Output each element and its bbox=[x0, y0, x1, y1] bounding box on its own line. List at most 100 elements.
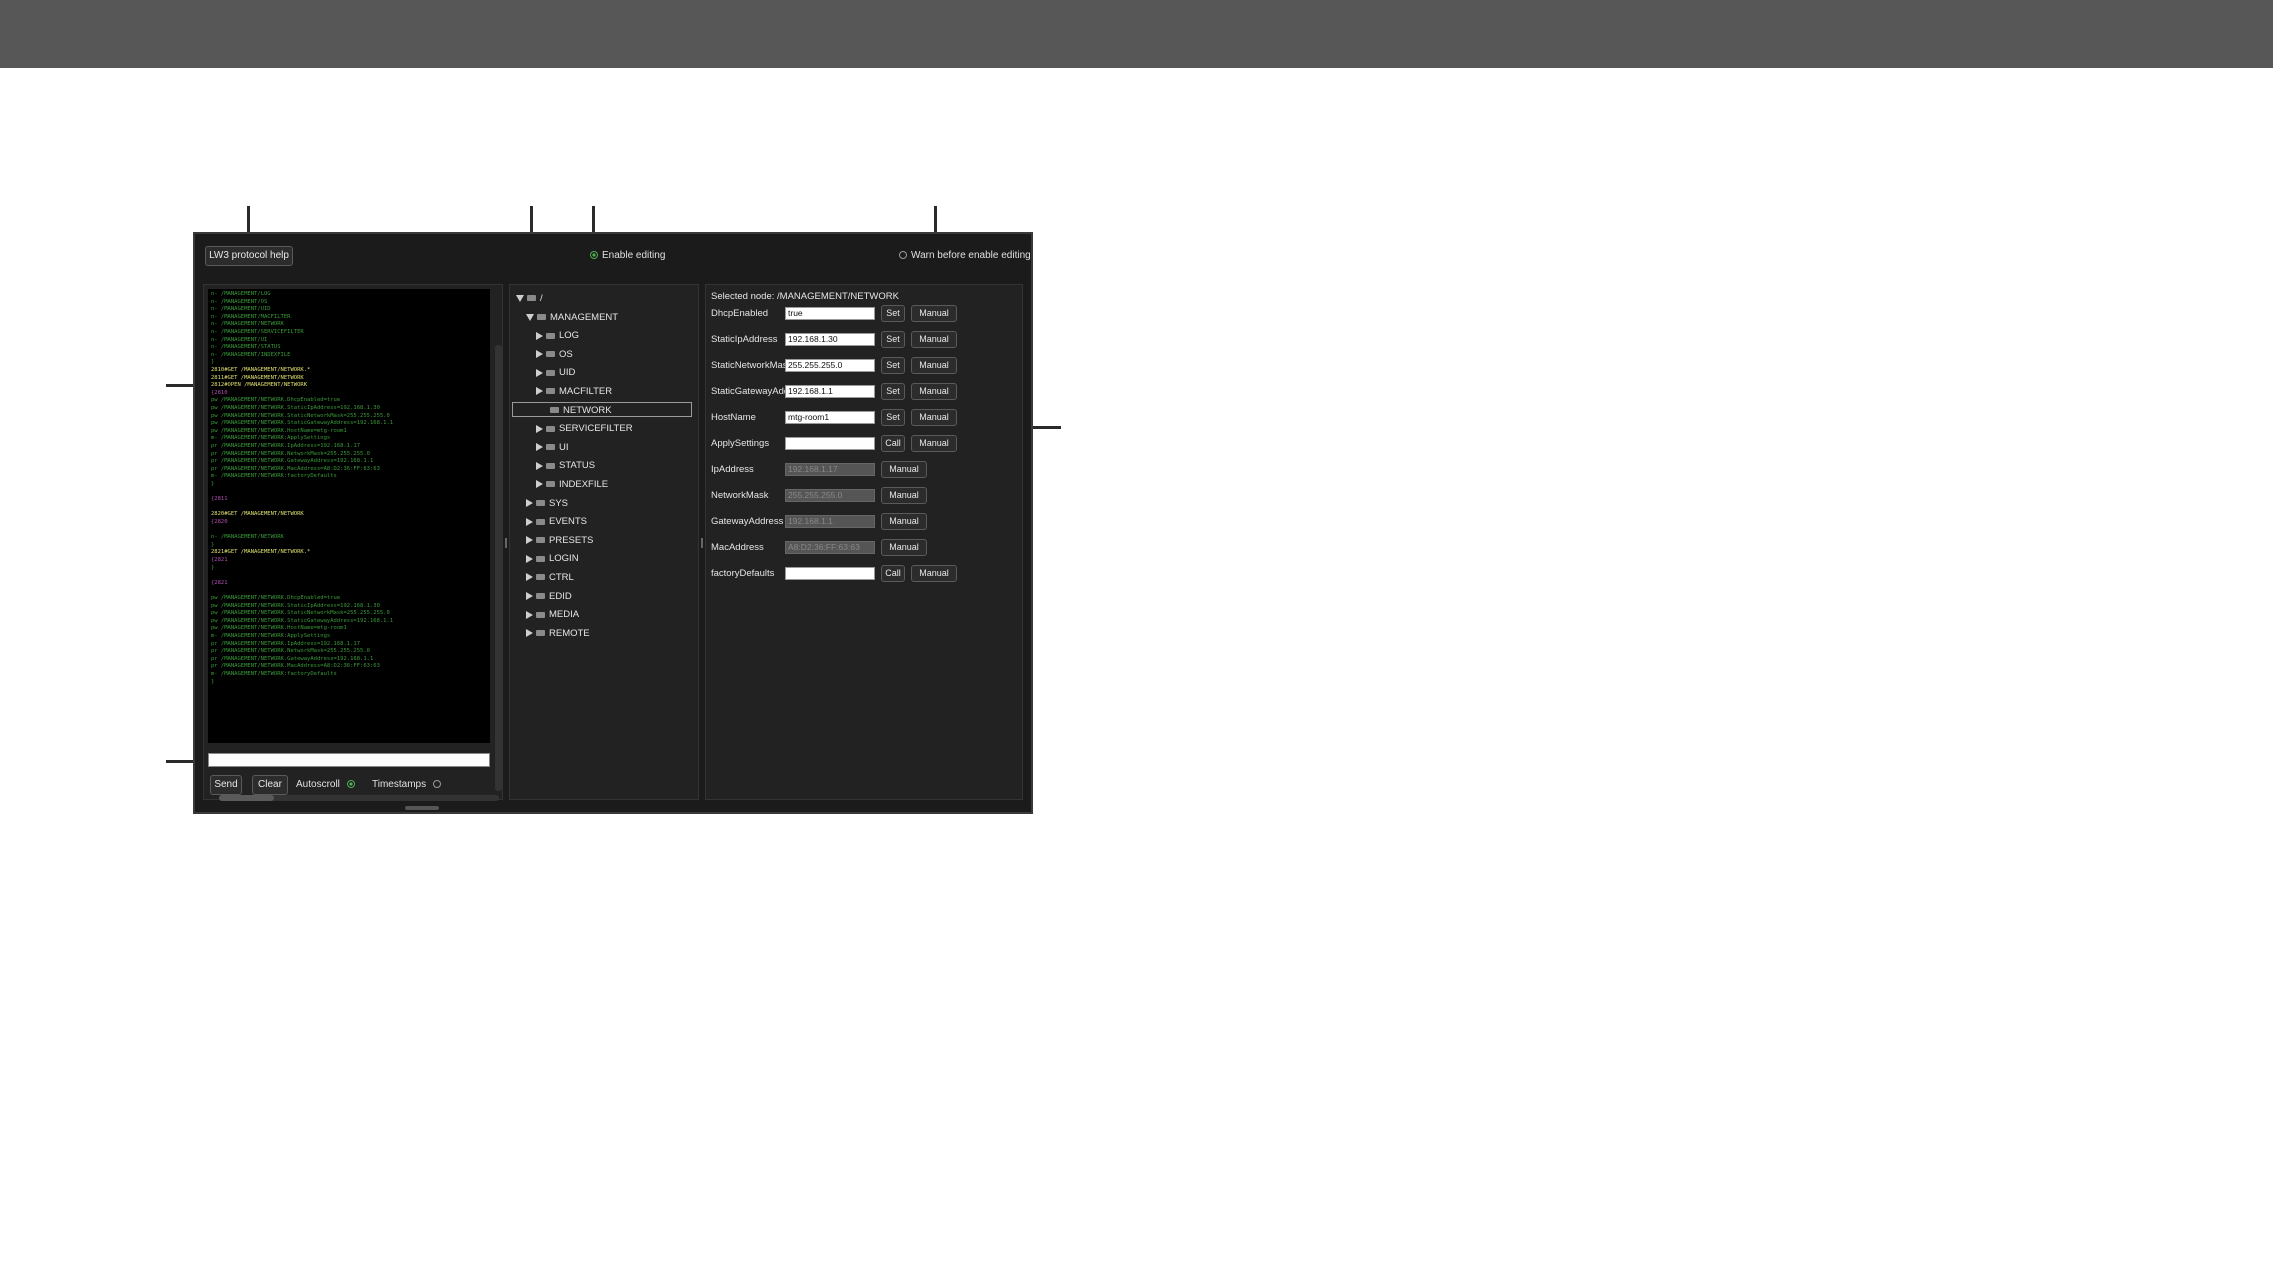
console-line: pr /MANAGEMENT/NETWORK.NetworkMask=255.2… bbox=[211, 450, 370, 457]
selected-node-label: Selected node: /MANAGEMENT/NETWORK bbox=[711, 291, 899, 302]
property-value-field[interactable]: true bbox=[785, 307, 875, 320]
clear-button[interactable]: Clear bbox=[252, 775, 288, 795]
terminal-panel: n- /MANAGEMENT/LOG n- /MANAGEMENT/OS n- /M… bbox=[203, 284, 503, 801]
tree-node-root[interactable]: / bbox=[516, 293, 543, 305]
splitter-handle[interactable] bbox=[701, 538, 703, 548]
call-button[interactable]: Call bbox=[881, 435, 905, 452]
set-button[interactable]: Set bbox=[881, 409, 905, 426]
tree-node-label: PRESETS bbox=[549, 534, 594, 546]
set-button[interactable]: Set bbox=[881, 305, 905, 322]
expand-arrow-right-icon[interactable] bbox=[536, 480, 543, 489]
manual-button[interactable]: Manual bbox=[881, 539, 927, 556]
manual-button[interactable]: Manual bbox=[911, 409, 957, 426]
splitter-handle[interactable] bbox=[505, 538, 507, 548]
warn-before-editing-checkbox[interactable]: Warn before enable editing bbox=[899, 249, 1031, 263]
manual-button[interactable]: Manual bbox=[881, 487, 927, 504]
expand-arrow-right-icon[interactable] bbox=[536, 461, 543, 470]
tree-node-sys[interactable]: SYS bbox=[526, 498, 568, 510]
property-name: ApplySettings bbox=[711, 438, 770, 449]
expand-arrow-right-icon[interactable] bbox=[536, 387, 543, 396]
property-value-field[interactable]: 255.255.255.0 bbox=[785, 359, 875, 372]
manual-button[interactable]: Manual bbox=[881, 513, 927, 530]
tree-node-os[interactable]: OS bbox=[536, 349, 573, 361]
console-vertical-scrollbar[interactable] bbox=[495, 345, 502, 791]
manual-button[interactable]: Manual bbox=[881, 461, 927, 478]
unchecked-icon bbox=[899, 251, 907, 260]
console-line: } bbox=[211, 678, 215, 685]
expand-arrow-right-icon[interactable] bbox=[526, 517, 533, 526]
expand-arrow-right-icon[interactable] bbox=[536, 424, 543, 433]
expand-arrow-right-icon[interactable] bbox=[526, 536, 533, 545]
manual-button[interactable]: Manual bbox=[911, 305, 957, 322]
property-value-field[interactable] bbox=[785, 437, 875, 450]
expand-arrow-right-icon[interactable] bbox=[536, 368, 543, 377]
manual-button[interactable]: Manual bbox=[911, 383, 957, 400]
autoscroll-checkbox[interactable]: Autoscroll bbox=[296, 778, 359, 792]
tree-node-network[interactable]: NETWORK bbox=[550, 405, 612, 417]
expand-arrow-right-icon[interactable] bbox=[526, 554, 533, 563]
expand-arrow-right-icon[interactable] bbox=[526, 592, 533, 601]
expand-arrow-right-icon[interactable] bbox=[526, 573, 533, 582]
call-button[interactable]: Call bbox=[881, 565, 905, 582]
timestamps-checkbox[interactable]: Timestamps bbox=[372, 778, 445, 792]
scroll-thumb[interactable] bbox=[219, 795, 274, 801]
folder-icon bbox=[546, 481, 555, 488]
protocol-help-button[interactable]: LW3 protocol help bbox=[205, 246, 293, 266]
console-output[interactable]: n- /MANAGEMENT/LOG n- /MANAGEMENT/OS n- /M… bbox=[208, 289, 490, 743]
tree-node-edid[interactable]: EDID bbox=[526, 591, 572, 603]
console-line: n- /MANAGEMENT/NETWORK bbox=[211, 534, 284, 541]
manual-button[interactable]: Manual bbox=[911, 435, 957, 452]
tree-node-remote[interactable]: REMOTE bbox=[526, 628, 590, 640]
manual-button[interactable]: Manual bbox=[911, 357, 957, 374]
tree-node-log[interactable]: LOG bbox=[536, 330, 579, 342]
bottom-resize-handle[interactable] bbox=[405, 806, 439, 810]
checked-icon bbox=[590, 251, 598, 260]
unchecked-icon bbox=[432, 780, 441, 789]
property-value-field: A8:D2:36:FF:63:63 bbox=[785, 541, 875, 554]
expand-arrow-right-icon[interactable] bbox=[526, 610, 533, 619]
expand-arrow-right-icon[interactable] bbox=[526, 499, 533, 508]
console-line: 2811#GET /MANAGEMENT/NETWORK bbox=[211, 374, 304, 381]
set-button[interactable]: Set bbox=[881, 383, 905, 400]
console-line: 2812#OPEN /MANAGEMENT/NETWORK bbox=[211, 382, 308, 389]
expand-arrow-right-icon[interactable] bbox=[536, 443, 543, 452]
manual-button[interactable]: Manual bbox=[911, 565, 957, 582]
expand-arrow-down-icon[interactable] bbox=[526, 313, 534, 321]
tree-node-ctrl[interactable]: CTRL bbox=[526, 572, 574, 584]
console-horizontal-scrollbar[interactable] bbox=[219, 795, 499, 801]
tree-node-ui[interactable]: UI bbox=[536, 442, 569, 454]
tree-node-presets[interactable]: PRESETS bbox=[526, 535, 593, 547]
tree-node-indexfile[interactable]: INDEXFILE bbox=[536, 479, 608, 491]
tree-node-label: UI bbox=[559, 441, 569, 453]
property-value-field[interactable]: 192.168.1.30 bbox=[785, 333, 875, 346]
console-line: 2821#GET /MANAGEMENT/NETWORK.* bbox=[211, 549, 311, 556]
expand-arrow-right-icon[interactable] bbox=[526, 629, 533, 638]
tree-node-macfilter[interactable]: MACFILTER bbox=[536, 386, 612, 398]
expand-arrow-down-icon[interactable] bbox=[516, 294, 524, 302]
tree-node-uid[interactable]: UID bbox=[536, 367, 575, 379]
manual-button[interactable]: Manual bbox=[911, 331, 957, 348]
tree-node-status[interactable]: STATUS bbox=[536, 460, 595, 472]
send-button[interactable]: Send bbox=[210, 775, 242, 795]
tree-node-label: / bbox=[540, 293, 543, 304]
property-value-field[interactable]: mtg-room1 bbox=[785, 411, 875, 424]
set-button[interactable]: Set bbox=[881, 331, 905, 348]
tree-node-media[interactable]: MEDIA bbox=[526, 609, 579, 621]
property-value-field[interactable]: 192.168.1.1 bbox=[785, 385, 875, 398]
command-input[interactable] bbox=[208, 753, 490, 767]
folder-icon bbox=[546, 388, 555, 395]
enable-editing-checkbox[interactable]: Enable editing bbox=[590, 249, 665, 263]
set-button[interactable]: Set bbox=[881, 357, 905, 374]
console-line: {2821 bbox=[211, 557, 228, 563]
console-line: n- /MANAGEMENT/INDEXFILE bbox=[211, 351, 291, 358]
property-value-field[interactable] bbox=[785, 567, 875, 580]
expand-arrow-right-icon[interactable] bbox=[536, 350, 543, 359]
tree-node-events[interactable]: EVENTS bbox=[526, 516, 587, 528]
tree-node-label: MEDIA bbox=[549, 609, 580, 621]
tree-node-servicefilter[interactable]: SERVICEFILTER bbox=[536, 423, 633, 435]
expand-arrow-right-icon[interactable] bbox=[536, 331, 543, 340]
timestamps-label: Timestamps bbox=[372, 779, 427, 790]
folder-icon bbox=[546, 351, 555, 358]
tree-node-management[interactable]: MANAGEMENT bbox=[526, 312, 618, 324]
tree-node-login[interactable]: LOGIN bbox=[526, 553, 579, 565]
